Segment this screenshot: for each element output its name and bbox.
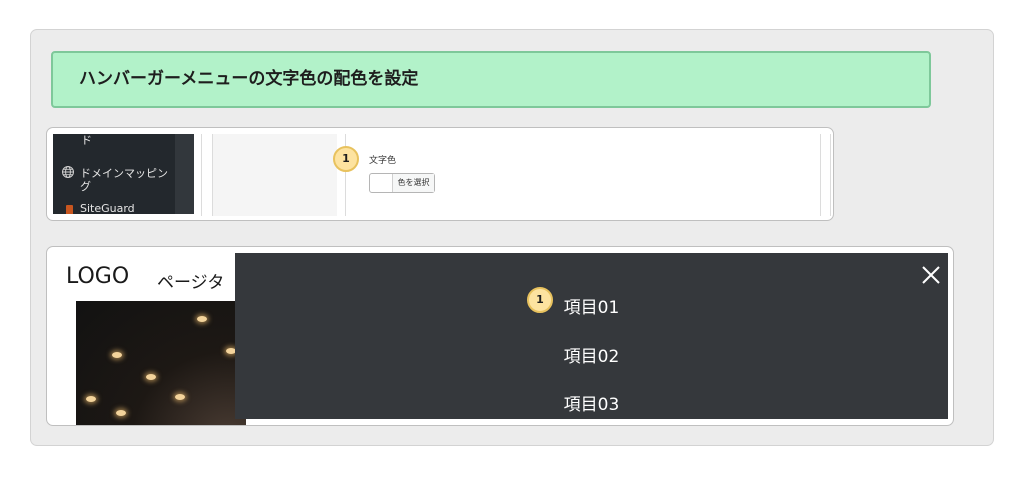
preview-screenshot: LOGO ページタ 項目01 項目02 項目03 1 [46,246,954,426]
bokeh-light [175,394,185,400]
admin-sidebar: ド ドメインマッピン グ SiteGuard [53,134,194,214]
color-picker[interactable]: 色を選択 [369,173,435,193]
sidebar-item-domain-mapping-cont[interactable]: グ [80,178,91,194]
menu-item[interactable]: 項目02 [235,342,948,367]
page-title: ページタ [157,273,225,293]
bokeh-light [86,396,96,402]
color-swatch[interactable] [370,174,393,192]
settings-screenshot: ド ドメインマッピン グ SiteGuard 1 文字色 色を選択 [46,127,834,221]
step-badge: 1 [333,146,359,172]
globe-icon [62,166,74,178]
bokeh-light [146,374,156,380]
text-color-label: 文字色 [369,156,397,166]
settings-column [213,134,337,216]
siteguard-icon [66,205,73,214]
select-color-button[interactable]: 色を選択 [393,174,434,192]
divider [820,134,821,216]
hamburger-menu-overlay: 項目01 項目02 項目03 [235,253,948,419]
hero-image [76,301,246,425]
site-logo[interactable]: LOGO [66,264,129,289]
menu-item[interactable]: 項目01 [235,293,948,318]
bokeh-light [197,316,207,322]
divider [830,134,831,216]
sidebar-item-domain-mapping[interactable]: ドメインマッピン [80,165,168,181]
bokeh-light [116,410,126,416]
sidebar-strip [175,134,194,214]
bokeh-light [112,352,122,358]
sidebar-fragment: ド [81,134,92,147]
menu-item[interactable]: 項目03 [235,390,948,415]
close-icon[interactable] [920,264,942,286]
sidebar-item-siteguard[interactable]: SiteGuard [80,202,135,214]
divider [201,134,202,216]
section-banner: ハンバーガーメニューの文字色の配色を設定 [51,51,931,108]
step-badge: 1 [527,287,553,313]
